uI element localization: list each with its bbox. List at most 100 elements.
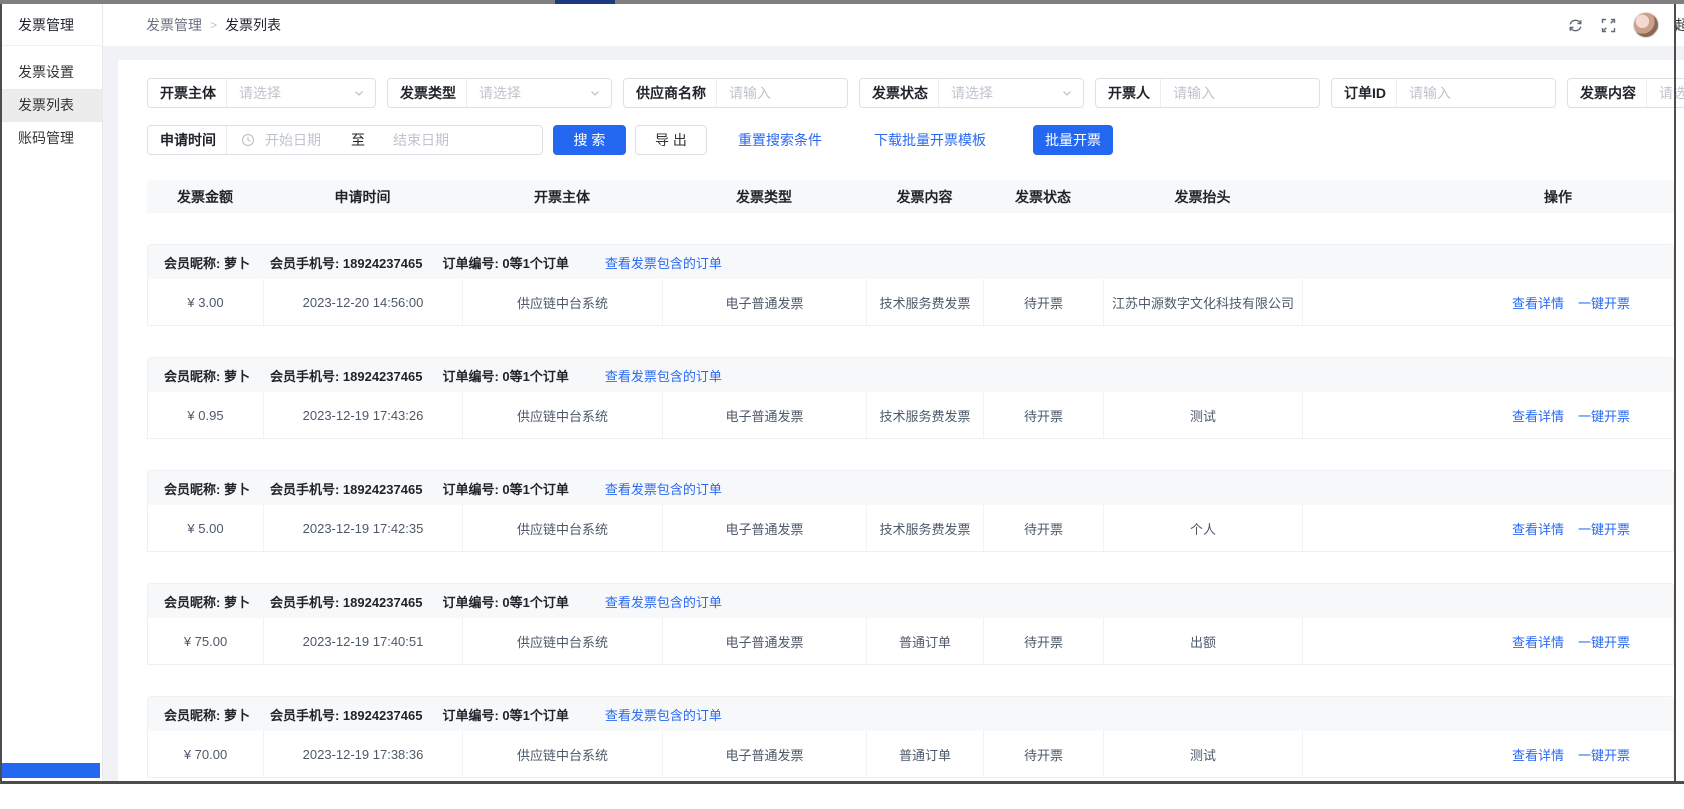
view-included-orders-link[interactable]: 查看发票包含的订单 bbox=[605, 253, 722, 272]
sidebar-item-invoice-list[interactable]: 发票列表 bbox=[2, 89, 102, 122]
cell-invoice-type: 电子普通发票 bbox=[663, 505, 867, 551]
filter-placeholder: 请输入 bbox=[1161, 83, 1319, 103]
filter-supplier-name-input[interactable]: 供应商名称 请输入 bbox=[623, 78, 848, 108]
start-date-placeholder[interactable]: 开始日期 bbox=[265, 130, 321, 150]
cell-subject: 供应链中台系统 bbox=[463, 392, 663, 438]
window-border-left bbox=[0, 0, 2, 784]
cell-invoice-type: 电子普通发票 bbox=[663, 731, 867, 777]
refresh-icon[interactable] bbox=[1567, 17, 1584, 34]
view-detail-link[interactable]: 查看详情 bbox=[1512, 632, 1564, 651]
filter-label: 发票类型 bbox=[388, 83, 466, 103]
chevron-down-icon bbox=[589, 87, 601, 99]
invoice-table: 发票金额 申请时间 开票主体 发票类型 发票内容 发票状态 发票抬头 操作 会员… bbox=[147, 180, 1674, 809]
one-click-invoice-link[interactable]: 一键开票 bbox=[1578, 293, 1630, 312]
breadcrumb-current: 发票列表 bbox=[225, 15, 281, 35]
batch-invoice-button[interactable]: 批量开票 bbox=[1033, 125, 1113, 155]
view-detail-link[interactable]: 查看详情 bbox=[1512, 519, 1564, 538]
filter-placeholder: 请输入 bbox=[717, 83, 847, 103]
view-included-orders-link[interactable]: 查看发票包含的订单 bbox=[605, 592, 722, 611]
view-detail-link[interactable]: 查看详情 bbox=[1512, 293, 1564, 312]
cell-content: 技术服务费发票 bbox=[867, 505, 984, 551]
invoice-group: 会员昵称: 萝卜 会员手机号: 18924237465 订单编号: 0等1个订单… bbox=[147, 357, 1674, 439]
table-header-row: 发票金额 申请时间 开票主体 发票类型 发票内容 发票状态 发票抬头 操作 bbox=[147, 180, 1674, 213]
view-included-orders-link[interactable]: 查看发票包含的订单 bbox=[605, 366, 722, 385]
filter-invoice-subject-select[interactable]: 开票主体 请选择 bbox=[147, 78, 376, 108]
cell-amount: ¥ 3.00 bbox=[148, 279, 264, 325]
breadcrumb-parent[interactable]: 发票管理 bbox=[146, 15, 202, 35]
cell-actions: 查看详情 一键开票 bbox=[1303, 731, 1673, 777]
filter-label: 开票主体 bbox=[148, 83, 226, 103]
member-nickname: 会员昵称: 萝卜 bbox=[164, 479, 250, 498]
username: 超级管理员 bbox=[1675, 15, 1684, 35]
filter-placeholder: 请选择 bbox=[939, 83, 1061, 103]
export-button[interactable]: 导 出 bbox=[635, 125, 707, 155]
view-included-orders-link[interactable]: 查看发票包含的订单 bbox=[605, 705, 722, 724]
filter-invoice-type-select[interactable]: 发票类型 请选择 bbox=[387, 78, 612, 108]
filter-invoice-content-select[interactable]: 发票内容 请选择 bbox=[1567, 78, 1684, 108]
table-body: 会员昵称: 萝卜 会员手机号: 18924237465 订单编号: 0等1个订单… bbox=[147, 244, 1674, 778]
table-row: ¥ 70.00 2023-12-19 17:38:36 供应链中台系统 电子普通… bbox=[148, 731, 1673, 777]
table-row: ¥ 75.00 2023-12-19 17:40:51 供应链中台系统 电子普通… bbox=[148, 618, 1673, 664]
clock-icon bbox=[241, 133, 255, 147]
fullscreen-icon[interactable] bbox=[1600, 17, 1617, 34]
cell-apply-time: 2023-12-19 17:43:26 bbox=[264, 392, 463, 438]
invoice-group: 会员昵称: 萝卜 会员手机号: 18924237465 订单编号: 0等1个订单… bbox=[147, 470, 1674, 552]
cell-invoice-type: 电子普通发票 bbox=[663, 392, 867, 438]
cell-actions: 查看详情 一键开票 bbox=[1303, 392, 1673, 438]
cell-amount: ¥ 0.95 bbox=[148, 392, 264, 438]
table-row: ¥ 0.95 2023-12-19 17:43:26 供应链中台系统 电子普通发… bbox=[148, 392, 1673, 438]
one-click-invoice-link[interactable]: 一键开票 bbox=[1578, 745, 1630, 764]
member-phone: 会员手机号: 18924237465 bbox=[270, 705, 422, 724]
filter-issuer-input[interactable]: 开票人 请输入 bbox=[1095, 78, 1320, 108]
filter-label: 发票内容 bbox=[1568, 83, 1646, 103]
cell-apply-time: 2023-12-19 17:40:51 bbox=[264, 618, 463, 664]
user-avatar[interactable] bbox=[1633, 12, 1659, 38]
search-button[interactable]: 搜 索 bbox=[553, 125, 626, 155]
cell-actions: 查看详情 一键开票 bbox=[1303, 279, 1673, 325]
view-detail-link[interactable]: 查看详情 bbox=[1512, 745, 1564, 764]
invoice-group: 会员昵称: 萝卜 会员手机号: 18924237465 订单编号: 0等1个订单… bbox=[147, 583, 1674, 665]
sidebar-item-invoice-settings[interactable]: 发票设置 bbox=[2, 56, 102, 89]
main-content: 开票主体 请选择 发票类型 请选择 供应商名称 请输入 发票状态 请选择 bbox=[103, 46, 1684, 784]
view-included-orders-link[interactable]: 查看发票包含的订单 bbox=[605, 479, 722, 498]
window-border-right bbox=[1674, 0, 1676, 784]
download-batch-template-link[interactable]: 下载批量开票模板 bbox=[874, 130, 986, 150]
member-nickname: 会员昵称: 萝卜 bbox=[164, 705, 250, 724]
sidebar-bottom-bar[interactable] bbox=[2, 763, 100, 778]
one-click-invoice-link[interactable]: 一键开票 bbox=[1578, 632, 1630, 651]
member-phone: 会员手机号: 18924237465 bbox=[270, 479, 422, 498]
member-nickname: 会员昵称: 萝卜 bbox=[164, 366, 250, 385]
end-date-placeholder[interactable]: 结束日期 bbox=[393, 130, 449, 150]
order-number: 订单编号: 0等1个订单 bbox=[442, 479, 568, 498]
filter-placeholder: 请输入 bbox=[1397, 83, 1555, 103]
filter-invoice-status-select[interactable]: 发票状态 请选择 bbox=[859, 78, 1084, 108]
chevron-down-icon bbox=[1061, 87, 1073, 99]
cell-invoice-type: 电子普通发票 bbox=[663, 279, 867, 325]
cell-content: 普通订单 bbox=[867, 731, 984, 777]
invoice-group: 会员昵称: 萝卜 会员手机号: 18924237465 订单编号: 0等1个订单… bbox=[147, 244, 1674, 326]
page-header: 发票管理 > 发票列表 超级管理员 bbox=[103, 4, 1684, 46]
one-click-invoice-link[interactable]: 一键开票 bbox=[1578, 406, 1630, 425]
apply-time-range-picker[interactable]: 申请时间 开始日期 至 结束日期 bbox=[147, 125, 543, 155]
one-click-invoice-link[interactable]: 一键开票 bbox=[1578, 519, 1630, 538]
filter-row-2: 申请时间 开始日期 至 结束日期 搜 索 导 出 重置搜索条件 下载批量开票模板… bbox=[147, 125, 1113, 155]
member-nickname: 会员昵称: 萝卜 bbox=[164, 253, 250, 272]
col-header-subject: 开票主体 bbox=[462, 180, 662, 213]
col-header-invoice-type: 发票类型 bbox=[662, 180, 866, 213]
filter-order-id-input[interactable]: 订单ID 请输入 bbox=[1331, 78, 1556, 108]
cell-title: 江苏中源数字文化科技有限公司 bbox=[1104, 279, 1303, 325]
cell-content: 技术服务费发票 bbox=[867, 392, 984, 438]
member-phone: 会员手机号: 18924237465 bbox=[270, 366, 422, 385]
order-number: 订单编号: 0等1个订单 bbox=[442, 366, 568, 385]
content-card: 开票主体 请选择 发票类型 请选择 供应商名称 请输入 发票状态 请选择 bbox=[118, 60, 1684, 784]
reset-search-link[interactable]: 重置搜索条件 bbox=[738, 130, 822, 150]
view-detail-link[interactable]: 查看详情 bbox=[1512, 406, 1564, 425]
group-header: 会员昵称: 萝卜 会员手机号: 18924237465 订单编号: 0等1个订单… bbox=[148, 584, 1673, 618]
cell-title: 出额 bbox=[1104, 618, 1303, 664]
cell-apply-time: 2023-12-19 17:42:35 bbox=[264, 505, 463, 551]
filter-label: 供应商名称 bbox=[624, 83, 716, 103]
sidebar-item-account-code[interactable]: 账码管理 bbox=[2, 122, 102, 155]
cell-amount: ¥ 75.00 bbox=[148, 618, 264, 664]
cell-content: 普通订单 bbox=[867, 618, 984, 664]
cell-amount: ¥ 5.00 bbox=[148, 505, 264, 551]
